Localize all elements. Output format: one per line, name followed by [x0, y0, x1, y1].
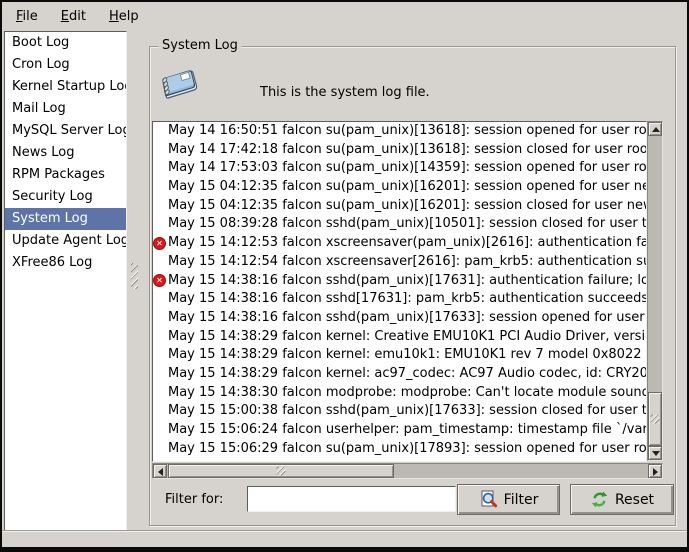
groupbox-title: System Log: [158, 38, 242, 53]
filter-input[interactable]: [247, 486, 456, 512]
status-strip: [2, 530, 687, 548]
vertical-scrollbar[interactable]: [647, 121, 663, 461]
scroll-up-button[interactable]: [648, 122, 662, 136]
sidebar-item-label: System Log: [12, 211, 88, 226]
sidebar-item-label: RPM Packages: [12, 167, 105, 182]
sidebar-item-label: Kernel Startup Log: [12, 79, 127, 94]
log-entry-text: May 14 17:53:03 falcon su(pam_unix)[1435…: [168, 160, 647, 175]
sidebar-item-label: Mail Log: [12, 101, 66, 116]
log-row[interactable]: ✕ May 15 04:12:35 falcon su(pam_unix)[16…: [153, 178, 646, 197]
log-entry-text: May 14 17:42:18 falcon su(pam_unix)[1361…: [168, 142, 647, 157]
splitter-grip-icon: [131, 263, 138, 289]
vertical-scroll-thumb[interactable]: [648, 392, 662, 446]
filter-label: Filter for:: [165, 492, 223, 507]
error-icon: ✕: [153, 274, 166, 287]
menu-edit[interactable]: Edit: [52, 5, 95, 28]
sidebar-item[interactable]: System Log: [5, 208, 126, 230]
sidebar-item[interactable]: XFree86 Log: [5, 252, 126, 274]
log-entry-text: May 15 15:00:38 falcon sshd(pam_unix)[17…: [168, 403, 647, 418]
log-entry-text: May 15 14:38:16 falcon sshd(pam_unix)[17…: [168, 310, 647, 325]
thumb-grip-icon: [277, 467, 286, 476]
log-entry-text: May 15 14:12:54 falcon xscreensaver[2616…: [168, 254, 647, 269]
sidebar-item[interactable]: Update Agent Log: [5, 230, 126, 252]
main-panel: System Log This is the system log file. …: [143, 31, 687, 529]
sidebar-item[interactable]: Mail Log: [5, 98, 126, 120]
horizontal-scrollbar[interactable]: [152, 463, 663, 479]
log-entry-text: May 15 14:38:16 falcon sshd(pam_unix)[17…: [168, 273, 647, 288]
error-icon: ✕: [153, 237, 166, 250]
log-entry-text: May 15 08:39:28 falcon sshd(pam_unix)[10…: [168, 216, 647, 231]
menu-help[interactable]: Help: [100, 5, 148, 28]
log-row[interactable]: ✕ May 15 14:12:54 falcon xscreensaver[26…: [153, 253, 646, 272]
log-entry-text: May 15 15:06:24 falcon userhelper: pam_t…: [168, 422, 647, 437]
right-arrow-icon: [653, 468, 658, 476]
log-row[interactable]: ✕ May 15 04:12:35 falcon su(pam_unix)[16…: [153, 197, 646, 216]
notebook-icon: [156, 63, 200, 107]
log-entry-text: May 15 04:12:35 falcon su(pam_unix)[1620…: [168, 198, 647, 213]
log-row[interactable]: ✕ May 15 15:00:38 falcon sshd(pam_unix)[…: [153, 402, 646, 421]
log-entry-text: May 14 16:50:51 falcon su(pam_unix)[1361…: [168, 123, 647, 138]
sidebar-item[interactable]: Kernel Startup Log: [5, 76, 126, 98]
log-entry-text: May 15 14:38:30 falcon modprobe: modprob…: [168, 385, 647, 400]
log-row[interactable]: ✕ May 14 17:53:03 falcon su(pam_unix)[14…: [153, 159, 646, 178]
sidebar-item[interactable]: MySQL Server Log: [5, 120, 126, 142]
reset-button-label: Reset: [615, 492, 654, 508]
log-row[interactable]: ✕ May 14 17:42:18 falcon su(pam_unix)[13…: [153, 141, 646, 160]
pane-splitter[interactable]: [127, 31, 143, 529]
log-entry-text: May 15 14:38:29 falcon kernel: emu10k1: …: [168, 347, 647, 362]
filter-button-label: Filter: [504, 492, 539, 508]
log-entry-text: May 15 14:38:29 falcon kernel: ac97_code…: [168, 366, 647, 381]
log-row[interactable]: ✕ May 15 15:06:24 falcon userhelper: pam…: [153, 421, 646, 440]
sidebar-item-label: XFree86 Log: [12, 255, 92, 270]
log-row[interactable]: ✕ May 15 15:06:29 falcon su(pam_unix)[17…: [153, 440, 646, 459]
sidebar-item-label: Boot Log: [12, 35, 69, 50]
sidebar-item[interactable]: RPM Packages: [5, 164, 126, 186]
log-row[interactable]: ✕ May 15 14:38:16 falcon sshd[17631]: pa…: [153, 290, 646, 309]
reset-button[interactable]: Reset: [570, 484, 674, 515]
log-entry-text: May 15 04:12:35 falcon su(pam_unix)[1620…: [168, 179, 647, 194]
left-arrow-icon: [158, 468, 163, 476]
sidebar-item[interactable]: Cron Log: [5, 54, 126, 76]
log-list: ✕ May 14 16:50:51 falcon su(pam_unix)[13…: [152, 121, 647, 462]
up-arrow-icon: [652, 127, 660, 132]
filter-button[interactable]: Filter: [457, 484, 560, 515]
log-entry-text: May 15 14:12:53 falcon xscreensaver(pam_…: [168, 235, 647, 250]
log-entry-text: May 15 14:38:29 falcon kernel: Creative …: [168, 329, 647, 344]
sidebar-item-label: Security Log: [12, 189, 93, 204]
log-row[interactable]: ✕ May 15 08:39:28 falcon sshd(pam_unix)[…: [153, 215, 646, 234]
log-row[interactable]: ✕ May 15 14:38:29 falcon kernel: emu10k1…: [153, 346, 646, 365]
log-row[interactable]: ✕ May 15 14:38:30 falcon modprobe: modpr…: [153, 384, 646, 403]
search-icon: [479, 490, 498, 509]
log-entry-text: May 15 15:06:29 falcon su(pam_unix)[1789…: [168, 441, 647, 456]
sidebar-item[interactable]: News Log: [5, 142, 126, 164]
app-window: File Edit Help Boot Log Cron Log Kernel …: [0, 0, 689, 552]
sidebar-item[interactable]: Security Log: [5, 186, 126, 208]
menu-file[interactable]: File: [7, 5, 47, 28]
thumb-grip-icon: [651, 415, 660, 424]
log-row[interactable]: ✕ May 15 14:38:16 falcon sshd(pam_unix)[…: [153, 309, 646, 328]
log-entry-text: May 15 14:38:16 falcon sshd[17631]: pam_…: [168, 291, 647, 306]
log-row[interactable]: ✕ May 15 14:38:29 falcon kernel: ac97_co…: [153, 365, 646, 384]
refresh-icon: [590, 490, 609, 509]
sidebar-item[interactable]: Boot Log: [5, 32, 126, 54]
log-row[interactable]: ✕ May 15 14:12:53 falcon xscreensaver(pa…: [153, 234, 646, 253]
system-log-groupbox: System Log This is the system log file. …: [149, 46, 676, 526]
down-arrow-icon: [652, 451, 660, 456]
menu-bar: File Edit Help: [2, 2, 687, 30]
log-row[interactable]: ✕ May 15 14:38:16 falcon sshd(pam_unix)[…: [153, 272, 646, 291]
scroll-right-button[interactable]: [648, 464, 662, 478]
scroll-down-button[interactable]: [648, 446, 662, 460]
horizontal-scroll-thumb[interactable]: [168, 464, 394, 478]
sidebar-item-label: MySQL Server Log: [12, 123, 127, 138]
log-row[interactable]: ✕ May 15 14:38:29 falcon kernel: Creativ…: [153, 328, 646, 347]
log-description: This is the system log file.: [260, 85, 430, 100]
sidebar-item-label: News Log: [12, 145, 74, 160]
log-row[interactable]: ✕ May 14 16:50:51 falcon su(pam_unix)[13…: [153, 122, 646, 141]
scroll-left-button[interactable]: [153, 464, 167, 478]
sidebar-list: Boot Log Cron Log Kernel Startup Log Mai…: [4, 31, 127, 531]
sidebar-item-label: Update Agent Log: [12, 233, 127, 248]
sidebar-item-label: Cron Log: [12, 57, 70, 72]
